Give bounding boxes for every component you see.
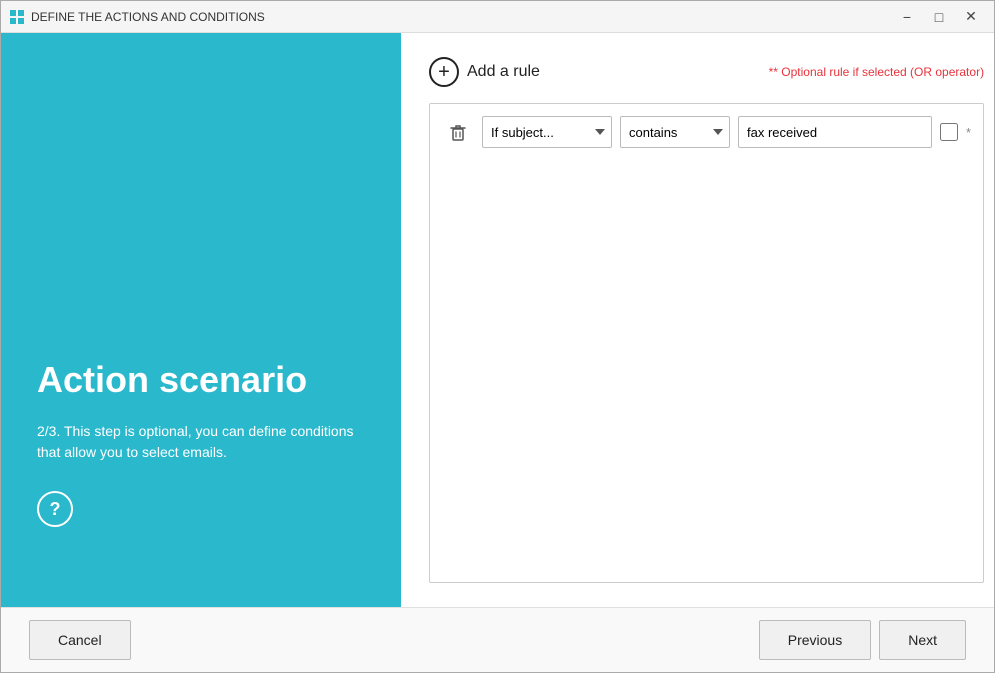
main-window: DEFINE THE ACTIONS AND CONDITIONS − □ ✕ … <box>0 0 995 673</box>
optional-note: ** Optional rule if selected (OR operato… <box>769 65 984 79</box>
optional-note-text: * Optional rule if selected (OR operator… <box>773 65 984 79</box>
main-panel: + Add a rule ** Optional rule if selecte… <box>401 33 994 607</box>
delete-rule-button[interactable] <box>442 116 474 148</box>
add-rule-row: + Add a rule ** Optional rule if selecte… <box>429 57 984 87</box>
app-icon <box>9 9 25 25</box>
title-bar-left: DEFINE THE ACTIONS AND CONDITIONS <box>9 9 265 25</box>
title-bar-controls: − □ ✕ <box>892 6 986 28</box>
sidebar-title: Action scenario <box>37 358 365 401</box>
window-title: DEFINE THE ACTIONS AND CONDITIONS <box>31 10 265 24</box>
sidebar-description: 2/3. This step is optional, you can defi… <box>37 421 365 463</box>
footer-left: Cancel <box>29 620 131 660</box>
rule-value-input[interactable] <box>738 116 932 148</box>
rule-row: If subject... If from... If to... If bod… <box>442 116 971 148</box>
next-button[interactable]: Next <box>879 620 966 660</box>
previous-button[interactable]: Previous <box>759 620 871 660</box>
rule-asterisk: * <box>966 125 971 140</box>
maximize-button[interactable]: □ <box>924 6 954 28</box>
content-area: Action scenario 2/3. This step is option… <box>1 33 994 607</box>
close-button[interactable]: ✕ <box>956 6 986 28</box>
footer: Cancel Previous Next <box>1 607 994 672</box>
trash-icon <box>448 122 468 142</box>
help-button[interactable]: ? <box>37 491 73 527</box>
minimize-button[interactable]: − <box>892 6 922 28</box>
add-rule-circle-icon: + <box>429 57 459 87</box>
operator-select[interactable]: contains does not contain starts with en… <box>620 116 730 148</box>
rules-area: If subject... If from... If to... If bod… <box>429 103 984 583</box>
condition-select[interactable]: If subject... If from... If to... If bod… <box>482 116 612 148</box>
sidebar: Action scenario 2/3. This step is option… <box>1 33 401 607</box>
footer-right: Previous Next <box>759 620 966 660</box>
cancel-button[interactable]: Cancel <box>29 620 131 660</box>
add-rule-label: Add a rule <box>467 63 540 81</box>
add-rule-button[interactable]: + Add a rule <box>429 57 540 87</box>
rule-optional-checkbox[interactable] <box>940 123 958 141</box>
title-bar: DEFINE THE ACTIONS AND CONDITIONS − □ ✕ <box>1 1 994 33</box>
